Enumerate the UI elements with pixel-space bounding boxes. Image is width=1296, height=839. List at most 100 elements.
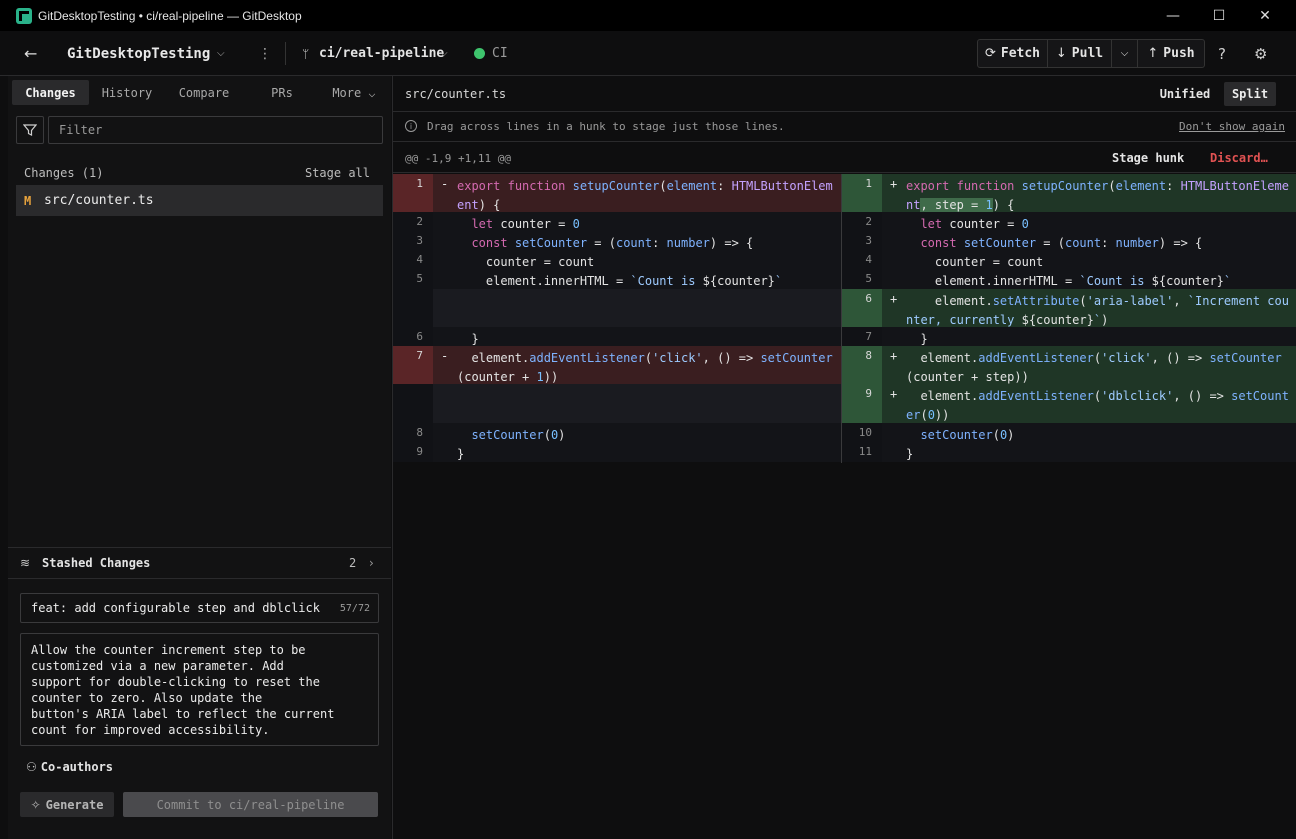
- window-title: GitDesktopTesting • ci/real-pipeline — G…: [38, 8, 302, 23]
- sidebar-tabs: Changes History Compare PRs More ⌵: [8, 76, 391, 108]
- diff-line[interactable]: 1 + export function setupCounter(element:…: [842, 174, 1296, 212]
- diff-line[interactable]: 6 + element.setAttribute('aria-label', `I…: [842, 289, 1296, 327]
- stashed-changes-row[interactable]: ≋ Stashed Changes 2 ›: [8, 547, 391, 579]
- coauthors-button[interactable]: ⚇ Co-authors: [26, 760, 113, 774]
- arrow-down-icon: ↓: [1055, 46, 1067, 61]
- push-label: Push: [1163, 46, 1195, 61]
- coauthors-label: Co-authors: [40, 760, 114, 774]
- diff-line[interactable]: 4 counter = count: [393, 250, 841, 269]
- refresh-icon: ⟳: [984, 46, 996, 61]
- ci-status-icon[interactable]: [474, 31, 485, 76]
- filter-input[interactable]: [48, 116, 383, 144]
- diff-line[interactable]: 6 }: [393, 327, 841, 346]
- file-status-badge: M: [24, 193, 32, 208]
- split-view-button[interactable]: Split: [1224, 82, 1276, 106]
- generate-label: Generate: [45, 797, 104, 812]
- pull-button[interactable]: ↓ Pull: [1048, 40, 1112, 67]
- diff-line-placeholder: [393, 289, 841, 327]
- diff-line[interactable]: 1- export function setupCounter(element:…: [393, 174, 841, 212]
- old-file-side: 1- export function setupCounter(element:…: [393, 174, 841, 463]
- diff-line[interactable]: 9 }: [393, 442, 841, 462]
- chevron-down-icon: ⌵: [1120, 48, 1129, 59]
- diff-line[interactable]: 11 }: [842, 442, 1296, 462]
- diff-line[interactable]: 4 counter = count: [842, 250, 1296, 269]
- close-window-button[interactable]: ✕: [1242, 0, 1288, 31]
- diff-panel: src/counter.ts Unified Split i Drag acro…: [392, 76, 1296, 839]
- arrow-up-icon: ↑: [1147, 46, 1159, 61]
- info-icon: i: [405, 120, 417, 132]
- sparkle-icon: ✧: [30, 797, 41, 812]
- app-logo-icon: [16, 7, 32, 24]
- people-icon: ⚇: [26, 760, 37, 774]
- diff-line[interactable]: 5 element.innerHTML = `Count is ${counte…: [393, 269, 841, 289]
- tab-compare[interactable]: Compare: [168, 80, 240, 105]
- character-count: 57/72: [339, 603, 370, 614]
- diff-line[interactable]: 8 + element.addEventListener('click', () …: [842, 346, 1296, 384]
- branch-selector[interactable]: ci/real-pipeline: [319, 31, 444, 76]
- tab-history[interactable]: History: [92, 80, 162, 105]
- fetch-label: Fetch: [1000, 46, 1041, 61]
- filter-icon: [23, 124, 37, 136]
- commit-button[interactable]: Commit to ci/real-pipeline: [123, 792, 378, 817]
- chevron-down-icon[interactable]: ⌵: [440, 31, 448, 76]
- commit-summary-text[interactable]: feat: add configurable step and dblclick…: [31, 601, 326, 615]
- chevron-down-icon[interactable]: ⌵: [217, 31, 225, 76]
- diff-line[interactable]: 8 setCounter(0): [393, 423, 841, 442]
- help-icon[interactable]: ?: [1218, 31, 1226, 76]
- branch-icon: ᛘ: [302, 46, 310, 61]
- fetch-button[interactable]: ⟳ Fetch: [978, 40, 1048, 67]
- unified-view-button[interactable]: Unified: [1156, 82, 1214, 106]
- pull-options-button[interactable]: ⌵: [1112, 40, 1138, 67]
- back-button[interactable]: ←: [24, 31, 44, 76]
- chevron-right-icon: ›: [369, 556, 374, 570]
- hint-text: Drag across lines in a hunk to stage jus…: [427, 120, 785, 133]
- split-diff: 1- export function setupCounter(element:…: [393, 174, 1296, 463]
- diff-line[interactable]: 3 const setCounter = (count: number) => …: [393, 231, 841, 250]
- ci-status-label[interactable]: CI: [492, 31, 508, 76]
- discard-hunk-button[interactable]: Discard…: [1210, 151, 1268, 165]
- commit-summary-field[interactable]: feat: add configurable step and dblclick…: [20, 593, 379, 623]
- remote-actions: ⟳ Fetch ↓ Pull ⌵ ↑ Push: [977, 39, 1205, 68]
- diff-line[interactable]: 2 let counter = 0: [393, 212, 841, 231]
- stash-count: 2: [349, 556, 357, 570]
- changes-header: Changes (1) Stage all: [8, 163, 391, 183]
- diff-line[interactable]: 5 element.innerHTML = `Count is ${counte…: [842, 269, 1296, 289]
- stage-all-button[interactable]: Stage all: [305, 166, 370, 180]
- pull-label: Pull: [1071, 46, 1104, 61]
- toolbar-divider: [285, 42, 286, 65]
- filter-button[interactable]: [16, 116, 44, 144]
- diff-line-placeholder: [393, 384, 841, 423]
- stage-hunk-button[interactable]: Stage hunk: [1112, 151, 1184, 165]
- generate-button[interactable]: ✧ Generate: [20, 792, 114, 817]
- stack-icon: ≋: [20, 556, 31, 570]
- diff-line[interactable]: 10 setCounter(0): [842, 423, 1296, 442]
- tab-changes[interactable]: Changes: [12, 80, 89, 105]
- commit-description-field[interactable]: Allow the counter increment step to be c…: [20, 633, 379, 746]
- hunk-range: @@ -1,9 +1,11 @@: [405, 152, 511, 165]
- stash-label: Stashed Changes: [42, 556, 151, 570]
- diff-line[interactable]: 7 }: [842, 327, 1296, 346]
- repository-selector[interactable]: GitDesktopTesting: [67, 31, 210, 76]
- toolbar: ← GitDesktopTesting ⌵ ⋮ ᛘ ci/real-pipeli…: [0, 31, 1296, 76]
- maximize-button[interactable]: ☐: [1196, 0, 1242, 31]
- repo-menu-button[interactable]: ⋮: [258, 31, 272, 76]
- diff-line[interactable]: 2 let counter = 0: [842, 212, 1296, 231]
- gear-icon[interactable]: ⚙: [1254, 31, 1267, 76]
- push-button[interactable]: ↑ Push: [1138, 40, 1204, 67]
- hunk-header: @@ -1,9 +1,11 @@ Stage hunk Discard…: [393, 143, 1296, 173]
- tab-more[interactable]: More ⌵: [320, 80, 388, 105]
- file-path: src/counter.ts: [44, 193, 154, 208]
- diff-line[interactable]: 3 const setCounter = (count: number) => …: [842, 231, 1296, 250]
- filter-row: [16, 116, 383, 144]
- sidebar: Changes History Compare PRs More ⌵ Chang…: [8, 76, 391, 839]
- changed-file-row[interactable]: M src/counter.ts: [16, 185, 383, 216]
- diff-line[interactable]: 7- element.addEventListener('click', () …: [393, 346, 841, 384]
- minimize-button[interactable]: —: [1150, 0, 1196, 31]
- hint-bar: i Drag across lines in a hunk to stage j…: [393, 112, 1296, 142]
- title-bar: GitDesktopTesting • ci/real-pipeline — G…: [0, 0, 1296, 31]
- diff-line[interactable]: 9 + element.addEventListener('dblclick', …: [842, 384, 1296, 423]
- diff-header: src/counter.ts Unified Split: [393, 76, 1296, 112]
- dont-show-again-link[interactable]: Don't show again: [1179, 120, 1285, 133]
- diff-filename: src/counter.ts: [405, 87, 507, 101]
- tab-prs[interactable]: PRs: [258, 80, 306, 105]
